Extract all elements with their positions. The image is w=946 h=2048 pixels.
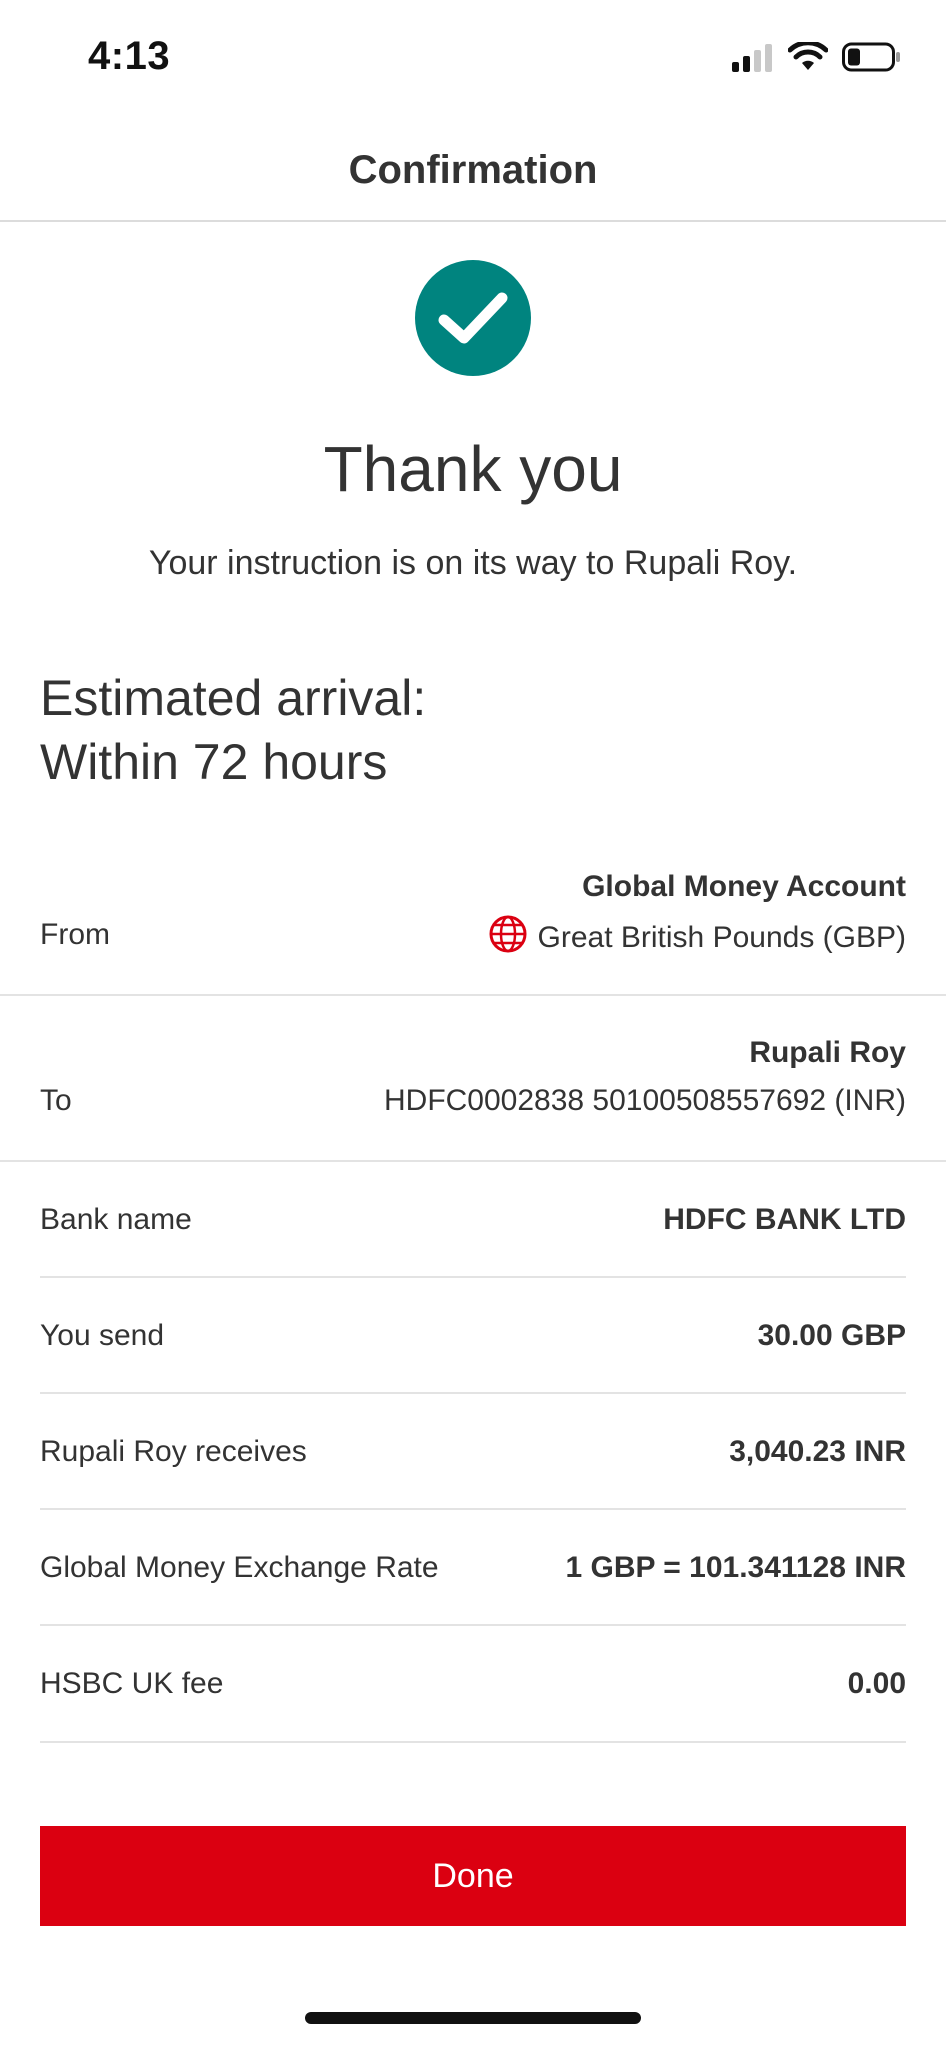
detail-value: 30.00 GBP: [757, 1319, 906, 1352]
detail-value: 0.00: [847, 1667, 906, 1700]
detail-value: 1 GBP = 101.341128 INR: [565, 1551, 906, 1584]
detail-row-exchange-rate: Global Money Exchange Rate 1 GBP = 101.3…: [0, 1510, 946, 1626]
thank-you-heading: Thank you: [323, 433, 623, 505]
home-indicator[interactable]: [305, 2012, 641, 2024]
divider: [0, 994, 946, 996]
confirmation-message: Your instruction is on its way to Rupali…: [148, 544, 798, 582]
page-title: Confirmation: [348, 147, 598, 192]
globe-icon: [488, 914, 528, 962]
from-label: From: [40, 918, 110, 951]
estimated-arrival: Estimated arrival: Within 72 hours: [40, 666, 426, 794]
from-section: Global Money Account From Great British …: [0, 870, 946, 996]
detail-value: 3,040.23 INR: [729, 1435, 906, 1468]
to-payee: Rupali Roy: [749, 1036, 906, 1069]
divider: [40, 1741, 906, 1743]
to-account-text: HDFC0002838 50100508557692 (INR): [383, 1084, 906, 1117]
battery-icon: [842, 42, 902, 77]
to-label: To: [40, 1084, 72, 1117]
status-bar: 4:13: [0, 0, 946, 120]
status-time: 4:13: [88, 34, 171, 78]
from-account-name: Global Money Account: [582, 870, 906, 903]
check-circle-icon: [415, 260, 531, 376]
to-section: Rupali Roy To HDFC0002838 50100508557692…: [0, 1036, 946, 1162]
done-button[interactable]: Done: [40, 1826, 906, 1926]
to-account: HDFC0002838 50100508557692 (INR): [384, 1084, 906, 1118]
wifi-icon: [787, 40, 829, 77]
arrival-value: Within 72 hours: [40, 734, 388, 790]
detail-label: Global Money Exchange Rate: [40, 1551, 439, 1584]
detail-row-fee: HSBC UK fee 0.00: [0, 1626, 946, 1742]
status-icons: [732, 40, 902, 77]
signal-icon: [732, 42, 774, 77]
detail-value: HDFC BANK LTD: [663, 1203, 906, 1236]
nav-header: Confirmation: [0, 120, 946, 222]
detail-row-receives: Rupali Roy receives 3,040.23 INR: [0, 1394, 946, 1510]
from-currency: Great British Pounds (GBP): [488, 914, 906, 962]
detail-label: HSBC UK fee: [40, 1667, 224, 1700]
detail-label: Bank name: [40, 1203, 192, 1236]
detail-label: You send: [40, 1319, 165, 1352]
arrival-label: Estimated arrival:: [40, 670, 427, 726]
from-currency-text: Great British Pounds (GBP): [537, 921, 906, 954]
detail-row-bank-name: Bank name HDFC BANK LTD: [0, 1162, 946, 1278]
detail-row-you-send: You send 30.00 GBP: [0, 1278, 946, 1394]
detail-label: Rupali Roy receives: [40, 1435, 307, 1468]
